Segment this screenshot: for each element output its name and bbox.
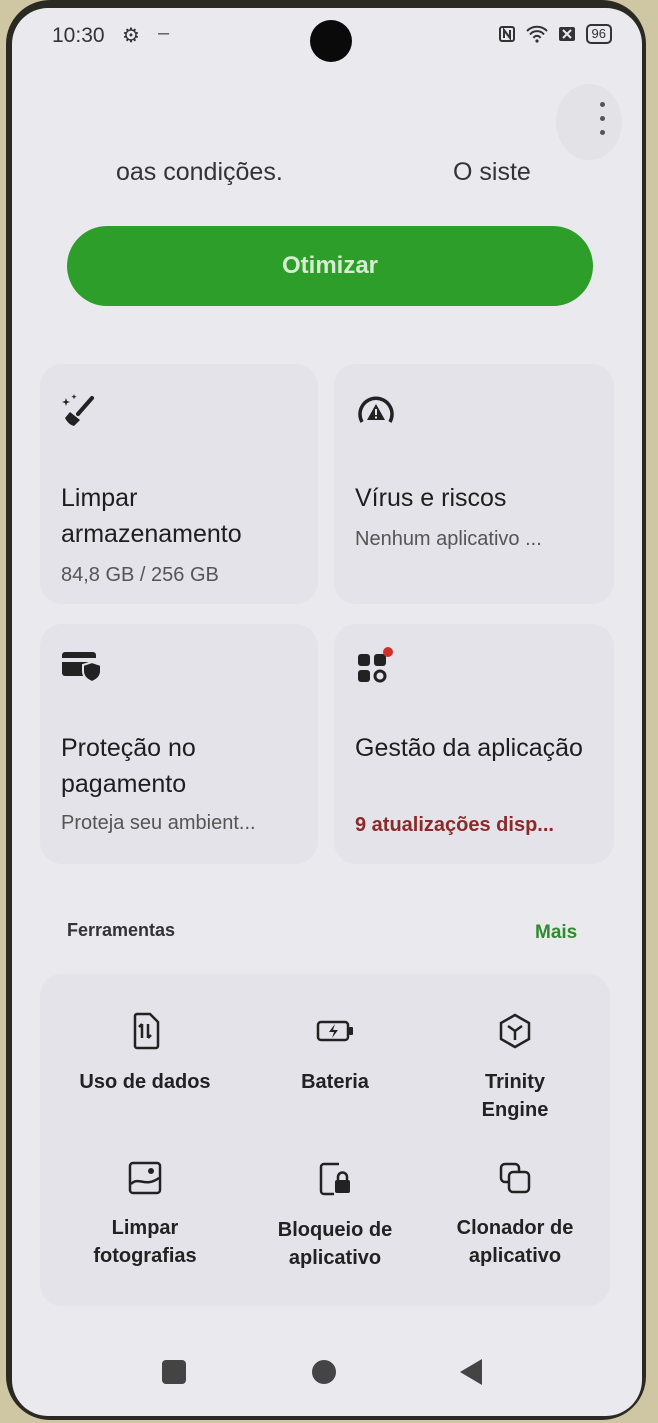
photo-clean-icon	[128, 1161, 162, 1195]
app-clone-icon	[499, 1162, 531, 1194]
card-subtitle: Nenhum aplicativo ...	[355, 528, 542, 550]
tool-data-usage[interactable]: Uso de dados	[60, 1012, 230, 1096]
tools-more-link[interactable]: Mais	[535, 922, 577, 944]
tool-label: Bateria	[301, 1071, 369, 1093]
wifi-icon	[525, 25, 548, 43]
card-title: Vírus e riscos	[355, 484, 507, 512]
tool-label: Uso de dados	[79, 1071, 211, 1093]
screen: 10:30 ⚙ – 96 oas condições. O siste Otim…	[12, 8, 642, 1416]
broom-icon	[62, 394, 94, 426]
tool-app-lock[interactable]: Bloqueio de aplicativo	[250, 1160, 420, 1272]
home-button[interactable]	[312, 1360, 336, 1384]
battery-icon	[316, 1020, 353, 1042]
status-dash-icon: –	[158, 22, 170, 44]
security-scan-icon	[358, 396, 394, 423]
app-management-icon	[358, 647, 393, 683]
card-subtitle: 84,8 GB / 256 GB	[61, 564, 219, 586]
card-title: Limpar armazenamento	[61, 484, 242, 548]
tool-label: Limpar fotografias	[93, 1217, 197, 1267]
sim-icon	[558, 27, 575, 41]
tools-panel: Uso de dados Bateria Trinity Engine Limp…	[40, 974, 610, 1306]
status-time: 10:30	[52, 24, 105, 47]
status-message-part-2: O siste	[453, 158, 531, 186]
card-subtitle: Proteja seu ambient...	[61, 812, 256, 834]
recent-apps-button[interactable]	[162, 1360, 186, 1384]
more-dot-icon	[600, 116, 605, 121]
tools-section-label: Ferramentas	[67, 920, 176, 940]
virus-risks-card[interactable]: Vírus e riscos Nenhum aplicativo ...	[334, 364, 614, 604]
status-message-part-1: oas condições.	[116, 158, 283, 186]
more-dot-icon	[600, 102, 605, 107]
app-management-card[interactable]: Gestão da aplicação 9 atualizações disp.…	[334, 624, 614, 864]
more-dot-icon	[600, 130, 605, 135]
card-subtitle: 9 atualizações disp...	[355, 814, 554, 836]
app-lock-icon	[319, 1162, 350, 1196]
nfc-icon	[498, 26, 515, 42]
tool-label: Bloqueio de aplicativo	[277, 1219, 393, 1269]
card-title: Proteção no pagamento	[61, 734, 196, 798]
payment-protection-card[interactable]: Proteção no pagamento Proteja seu ambien…	[40, 624, 318, 864]
tool-trinity-engine[interactable]: Trinity Engine	[430, 1012, 600, 1124]
tool-label: Clonador de aplicativo	[456, 1217, 574, 1267]
tool-app-cloner[interactable]: Clonador de aplicativo	[430, 1160, 600, 1270]
more-options-button[interactable]	[556, 84, 622, 160]
settings-status-icon: ⚙	[122, 25, 140, 47]
front-camera	[310, 20, 352, 62]
back-button[interactable]	[460, 1359, 482, 1385]
trinity-engine-icon	[499, 1013, 531, 1049]
optimize-button[interactable]: Otimizar	[67, 226, 593, 306]
tool-battery[interactable]: Bateria	[250, 1012, 420, 1096]
card-title: Gestão da aplicação	[355, 734, 583, 762]
data-usage-icon	[133, 1012, 160, 1050]
tool-label: Trinity Engine	[481, 1071, 549, 1121]
status-right: 96	[498, 24, 612, 44]
payment-shield-icon	[62, 652, 102, 684]
battery-indicator: 96	[585, 24, 612, 44]
tool-clean-photos[interactable]: Limpar fotografias	[60, 1160, 230, 1270]
clean-storage-card[interactable]: Limpar armazenamento 84,8 GB / 256 GB	[40, 364, 318, 604]
